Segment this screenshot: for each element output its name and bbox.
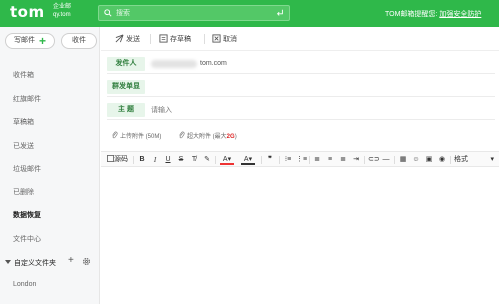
music-icon[interactable]: ◉ bbox=[437, 155, 447, 165]
paperclip-icon bbox=[179, 131, 185, 139]
sidebar-item-sent[interactable]: 已发送 bbox=[13, 141, 34, 151]
enter-icon[interactable] bbox=[276, 9, 284, 17]
editor-divider bbox=[215, 156, 216, 164]
subject-input[interactable] bbox=[151, 105, 481, 115]
editor-divider bbox=[450, 156, 451, 164]
save-draft-button[interactable]: 存草稿 bbox=[159, 34, 191, 44]
security-notice: TOM邮箱提醒您: 加强安全防护 bbox=[385, 11, 482, 18]
security-link[interactable]: 加强安全防护 bbox=[439, 11, 481, 18]
sidebar-item-inbox[interactable]: 收件箱 bbox=[13, 70, 34, 80]
search-icon[interactable] bbox=[104, 9, 112, 17]
cancel-button[interactable]: 取消 bbox=[212, 34, 237, 44]
sender-domain: tom.com bbox=[200, 60, 227, 67]
upload-attachment-link[interactable]: 上传附件 (50M) bbox=[111, 131, 161, 140]
editor-divider bbox=[394, 156, 395, 164]
editor-divider bbox=[309, 156, 310, 164]
image-icon[interactable]: ▣ bbox=[424, 155, 434, 165]
sidebar-item-spam[interactable]: 垃圾邮件 bbox=[13, 164, 41, 174]
sidebar-item-drafts[interactable]: 草稿箱 bbox=[13, 117, 34, 127]
italic-icon[interactable]: I bbox=[151, 155, 159, 165]
highlight-color-icon[interactable]: A▾ bbox=[241, 155, 255, 165]
table-icon[interactable]: ▦ bbox=[398, 155, 408, 165]
logo-text: tom bbox=[10, 3, 45, 21]
logo: tom 企业邮 qy.tom bbox=[10, 3, 71, 21]
subject-label: 主 题 bbox=[107, 103, 145, 117]
strikethrough-icon[interactable]: S bbox=[177, 155, 185, 165]
sidebar-item-file-center[interactable]: 文件中心 bbox=[13, 234, 41, 244]
bulk-send-label[interactable]: 群发单显 bbox=[107, 80, 145, 94]
align-center-icon[interactable]: ≡ bbox=[325, 155, 335, 165]
horizontal-rule-icon[interactable]: — bbox=[381, 155, 391, 165]
format-painter-icon[interactable]: ✎ bbox=[203, 155, 211, 165]
from-label: 发件人 bbox=[107, 57, 145, 71]
paperclip-icon bbox=[112, 131, 118, 139]
sidebar: 写邮件 + 收件 收件箱 红旗邮件 草稿箱 已发送 垃圾邮件 已删除 数据恢复 … bbox=[0, 27, 100, 304]
sidebar-folder-london[interactable]: London bbox=[13, 281, 36, 288]
underline-icon[interactable]: U bbox=[164, 155, 172, 165]
editor-divider bbox=[261, 156, 262, 164]
toolbar-divider bbox=[150, 34, 151, 44]
write-mail-button[interactable]: 写邮件 + bbox=[5, 33, 55, 49]
editor-divider bbox=[133, 156, 134, 164]
add-folder-icon[interactable]: + bbox=[68, 255, 74, 266]
sidebar-item-deleted[interactable]: 已删除 bbox=[13, 187, 34, 197]
send-icon bbox=[115, 34, 124, 43]
caret-down-icon[interactable] bbox=[5, 260, 11, 264]
plus-icon: + bbox=[38, 34, 46, 48]
editor-toolbar: 源码 B I U S T̸ ✎ A▾ A▾ ❞ ⁝≡ ⋮≡ ≣ ≡ ≣ ⇥ ⊂⊃… bbox=[101, 151, 499, 167]
search-input[interactable] bbox=[116, 8, 266, 19]
draft-icon bbox=[159, 34, 168, 43]
clear-format-icon[interactable]: T̸ bbox=[190, 155, 198, 165]
large-attachment-link[interactable]: 超大附件 (最大2G) bbox=[178, 131, 237, 140]
send-button[interactable]: 发送 bbox=[115, 34, 140, 44]
top-bar: tom 企业邮 qy.tom TOM邮箱提醒您: 加强安全防护 bbox=[0, 0, 499, 27]
link-icon[interactable]: ⊂⊃ bbox=[368, 155, 380, 165]
editor-divider bbox=[364, 156, 365, 164]
sidebar-item-flagged[interactable]: 红旗邮件 bbox=[13, 94, 41, 104]
gear-icon[interactable] bbox=[82, 257, 91, 266]
sender-address-blurred bbox=[151, 60, 197, 68]
receive-mail-button[interactable]: 收件 bbox=[61, 33, 97, 49]
custom-folder-header[interactable]: 自定义文件夹 + bbox=[5, 255, 97, 269]
format-select[interactable]: 格式 ▾ bbox=[454, 155, 496, 165]
cancel-icon bbox=[212, 34, 221, 43]
font-color-icon[interactable]: A▾ bbox=[220, 155, 234, 165]
ordered-list-icon[interactable]: ⁝≡ bbox=[283, 155, 293, 165]
compose-panel: 发送 存草稿 取消 发件人 tom.com 群发单显 主 题 请输入 上传附件 … bbox=[101, 27, 499, 304]
large-attachment-size: 2G bbox=[226, 134, 235, 140]
search-box bbox=[98, 5, 290, 21]
align-right-icon[interactable]: ≣ bbox=[338, 155, 348, 165]
emoji-icon[interactable]: ☺ bbox=[411, 155, 421, 165]
editor-divider bbox=[279, 156, 280, 164]
field-divider bbox=[107, 96, 495, 97]
logo-subtitle: 企业邮 qy.tom bbox=[53, 4, 72, 18]
compose-toolbar: 发送 存草稿 取消 bbox=[101, 27, 499, 51]
source-icon bbox=[107, 155, 114, 162]
mail-body-editor[interactable] bbox=[101, 168, 499, 304]
toolbar-divider bbox=[204, 34, 205, 44]
sidebar-item-data-recovery[interactable]: 数据恢复 bbox=[13, 210, 41, 220]
field-divider bbox=[107, 73, 495, 74]
custom-folder-label: 自定义文件夹 bbox=[14, 260, 56, 267]
field-divider bbox=[107, 119, 495, 120]
bold-icon[interactable]: B bbox=[138, 155, 146, 165]
align-left-icon[interactable]: ≣ bbox=[312, 155, 322, 165]
unordered-list-icon[interactable]: ⋮≡ bbox=[296, 155, 307, 165]
quote-icon[interactable]: ❞ bbox=[265, 155, 275, 165]
indent-icon[interactable]: ⇥ bbox=[351, 155, 361, 165]
source-code-button[interactable]: 源码 bbox=[107, 155, 131, 165]
chevron-down-icon: ▾ bbox=[490, 156, 494, 163]
